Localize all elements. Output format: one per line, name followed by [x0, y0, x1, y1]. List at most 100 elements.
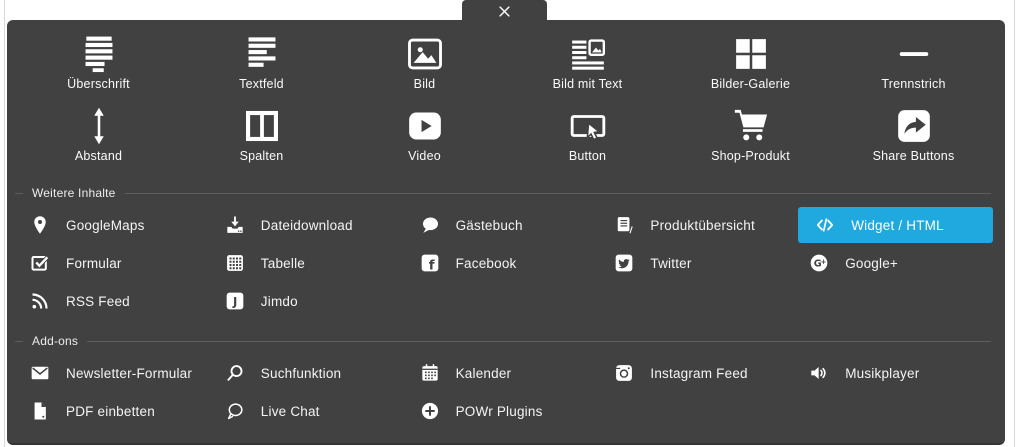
element-formular[interactable]: Formular	[19, 244, 214, 282]
cart-icon	[732, 106, 770, 146]
heading-icon	[80, 34, 118, 74]
element-label: Bild mit Text	[552, 77, 623, 91]
googleplus-icon	[808, 253, 830, 273]
video-icon	[406, 106, 444, 146]
element-label: Gästebuch	[455, 217, 523, 233]
element-label: Produktübersicht	[650, 217, 755, 233]
divider-icon	[895, 34, 933, 74]
columns-icon	[243, 106, 281, 146]
element-label: Trennstrich	[881, 77, 946, 91]
element-label: Kalender	[455, 365, 512, 381]
section-title: Add-ons	[23, 334, 88, 348]
element-textfeld[interactable]: Textfeld	[180, 28, 343, 100]
element-label: Bilder-Galerie	[710, 77, 791, 91]
page-edge-line-right	[1014, 0, 1015, 447]
element-powr-plugins[interactable]: POWr Plugins	[409, 392, 604, 430]
download-icon	[224, 215, 246, 235]
element-trennstrich[interactable]: Trennstrich	[832, 28, 995, 100]
element-label: Dateidownload	[260, 217, 353, 233]
element-label: Twitter	[650, 255, 692, 271]
speaker-icon	[808, 363, 830, 383]
element-label: POWr Plugins	[455, 403, 543, 419]
element-label: Video	[408, 149, 441, 163]
element-instagram-feed[interactable]: Instagram Feed	[603, 354, 798, 392]
element-pdf-einbetten[interactable]: PDF einbetten	[19, 392, 214, 430]
element-newsletter-formular[interactable]: Newsletter-Formular	[19, 354, 214, 392]
close-icon	[497, 4, 512, 19]
element-googleplus[interactable]: Google+	[798, 244, 993, 282]
element-ueberschrift[interactable]: Überschrift	[17, 28, 180, 100]
element-label: Facebook	[455, 255, 517, 271]
add-element-panel: Überschrift Textfeld Bild Bild mit Text Bild…	[7, 20, 1005, 445]
section-title: Weitere Inhalte	[23, 186, 125, 200]
element-abstand[interactable]: Abstand	[17, 100, 180, 172]
element-label: Google+	[845, 255, 899, 271]
element-suchfunktion[interactable]: Suchfunktion	[214, 354, 409, 392]
element-bild-mit-text[interactable]: Bild mit Text	[506, 28, 669, 100]
section-grid-weitere-inhalte: GoogleMaps Dateidownload Gästebuch Produktü…	[7, 204, 1005, 320]
element-produktuebersicht[interactable]: Produktübersicht	[603, 206, 798, 244]
envelope-icon	[29, 363, 51, 383]
element-label: Musikplayer	[845, 365, 920, 381]
facebook-icon	[419, 253, 441, 273]
element-label: Shop-Produkt	[711, 149, 790, 163]
element-label: Textfeld	[239, 77, 284, 91]
element-googlemaps[interactable]: GoogleMaps	[19, 206, 214, 244]
chat-filled-icon	[419, 215, 441, 235]
image-icon	[406, 34, 444, 74]
element-label: PDF einbetten	[66, 403, 155, 419]
element-rss-feed[interactable]: RSS Feed	[19, 282, 214, 320]
image-text-icon	[569, 34, 607, 74]
close-button[interactable]	[462, 0, 547, 22]
element-tabelle[interactable]: Tabelle	[214, 244, 409, 282]
rss-icon	[29, 291, 51, 311]
element-label: GoogleMaps	[66, 217, 145, 233]
element-label: Share Buttons	[872, 149, 955, 163]
calendar-icon	[419, 363, 441, 383]
element-label: Tabelle	[260, 255, 305, 271]
textfield-icon	[243, 34, 281, 74]
element-label: Newsletter-Formular	[66, 365, 193, 381]
element-shop-produkt[interactable]: Shop-Produkt	[669, 100, 832, 172]
element-live-chat[interactable]: Live Chat	[214, 392, 409, 430]
spacing-icon	[80, 106, 118, 146]
element-label: Jimdo	[260, 293, 298, 309]
page-edge-line-left	[4, 0, 5, 447]
element-label: Button	[568, 149, 607, 163]
section-header-weitere-inhalte: Weitere Inhalte	[15, 182, 991, 204]
element-label: Formular	[66, 255, 122, 271]
code-icon	[814, 215, 836, 235]
button-icon	[569, 106, 607, 146]
share-icon	[895, 106, 933, 146]
gallery-icon	[732, 34, 770, 74]
element-widget-html[interactable]: Widget / HTML	[798, 207, 993, 243]
element-share-buttons[interactable]: Share Buttons	[832, 100, 995, 172]
element-label: Live Chat	[260, 403, 320, 419]
primary-elements-grid: Überschrift Textfeld Bild Bild mit Text Bild…	[7, 20, 1005, 172]
element-label: Spalten	[239, 149, 284, 163]
element-spalten[interactable]: Spalten	[180, 100, 343, 172]
element-musikplayer[interactable]: Musikplayer	[798, 354, 993, 392]
element-label: Widget / HTML	[851, 217, 944, 233]
element-dateidownload[interactable]: Dateidownload	[214, 206, 409, 244]
element-label: Bild	[413, 77, 436, 91]
element-gaestebuch[interactable]: Gästebuch	[409, 206, 604, 244]
instagram-icon	[613, 363, 635, 383]
element-twitter[interactable]: Twitter	[603, 244, 798, 282]
plus-circle-icon	[419, 401, 441, 421]
element-label: Suchfunktion	[260, 365, 342, 381]
jimdo-icon	[224, 291, 246, 311]
element-bild[interactable]: Bild	[343, 28, 506, 100]
element-label: RSS Feed	[66, 293, 130, 309]
pdf-icon	[29, 401, 51, 421]
element-jimdo[interactable]: Jimdo	[214, 282, 409, 320]
element-facebook[interactable]: Facebook	[409, 244, 604, 282]
catalog-icon	[613, 215, 635, 235]
element-kalender[interactable]: Kalender	[409, 354, 604, 392]
element-label: Instagram Feed	[650, 365, 748, 381]
element-button[interactable]: Button	[506, 100, 669, 172]
element-bilder-galerie[interactable]: Bilder-Galerie	[669, 28, 832, 100]
section-grid-add-ons: Newsletter-Formular Suchfunktion Kalender I…	[7, 352, 1005, 430]
element-video[interactable]: Video	[343, 100, 506, 172]
element-label: Überschrift	[67, 77, 130, 91]
